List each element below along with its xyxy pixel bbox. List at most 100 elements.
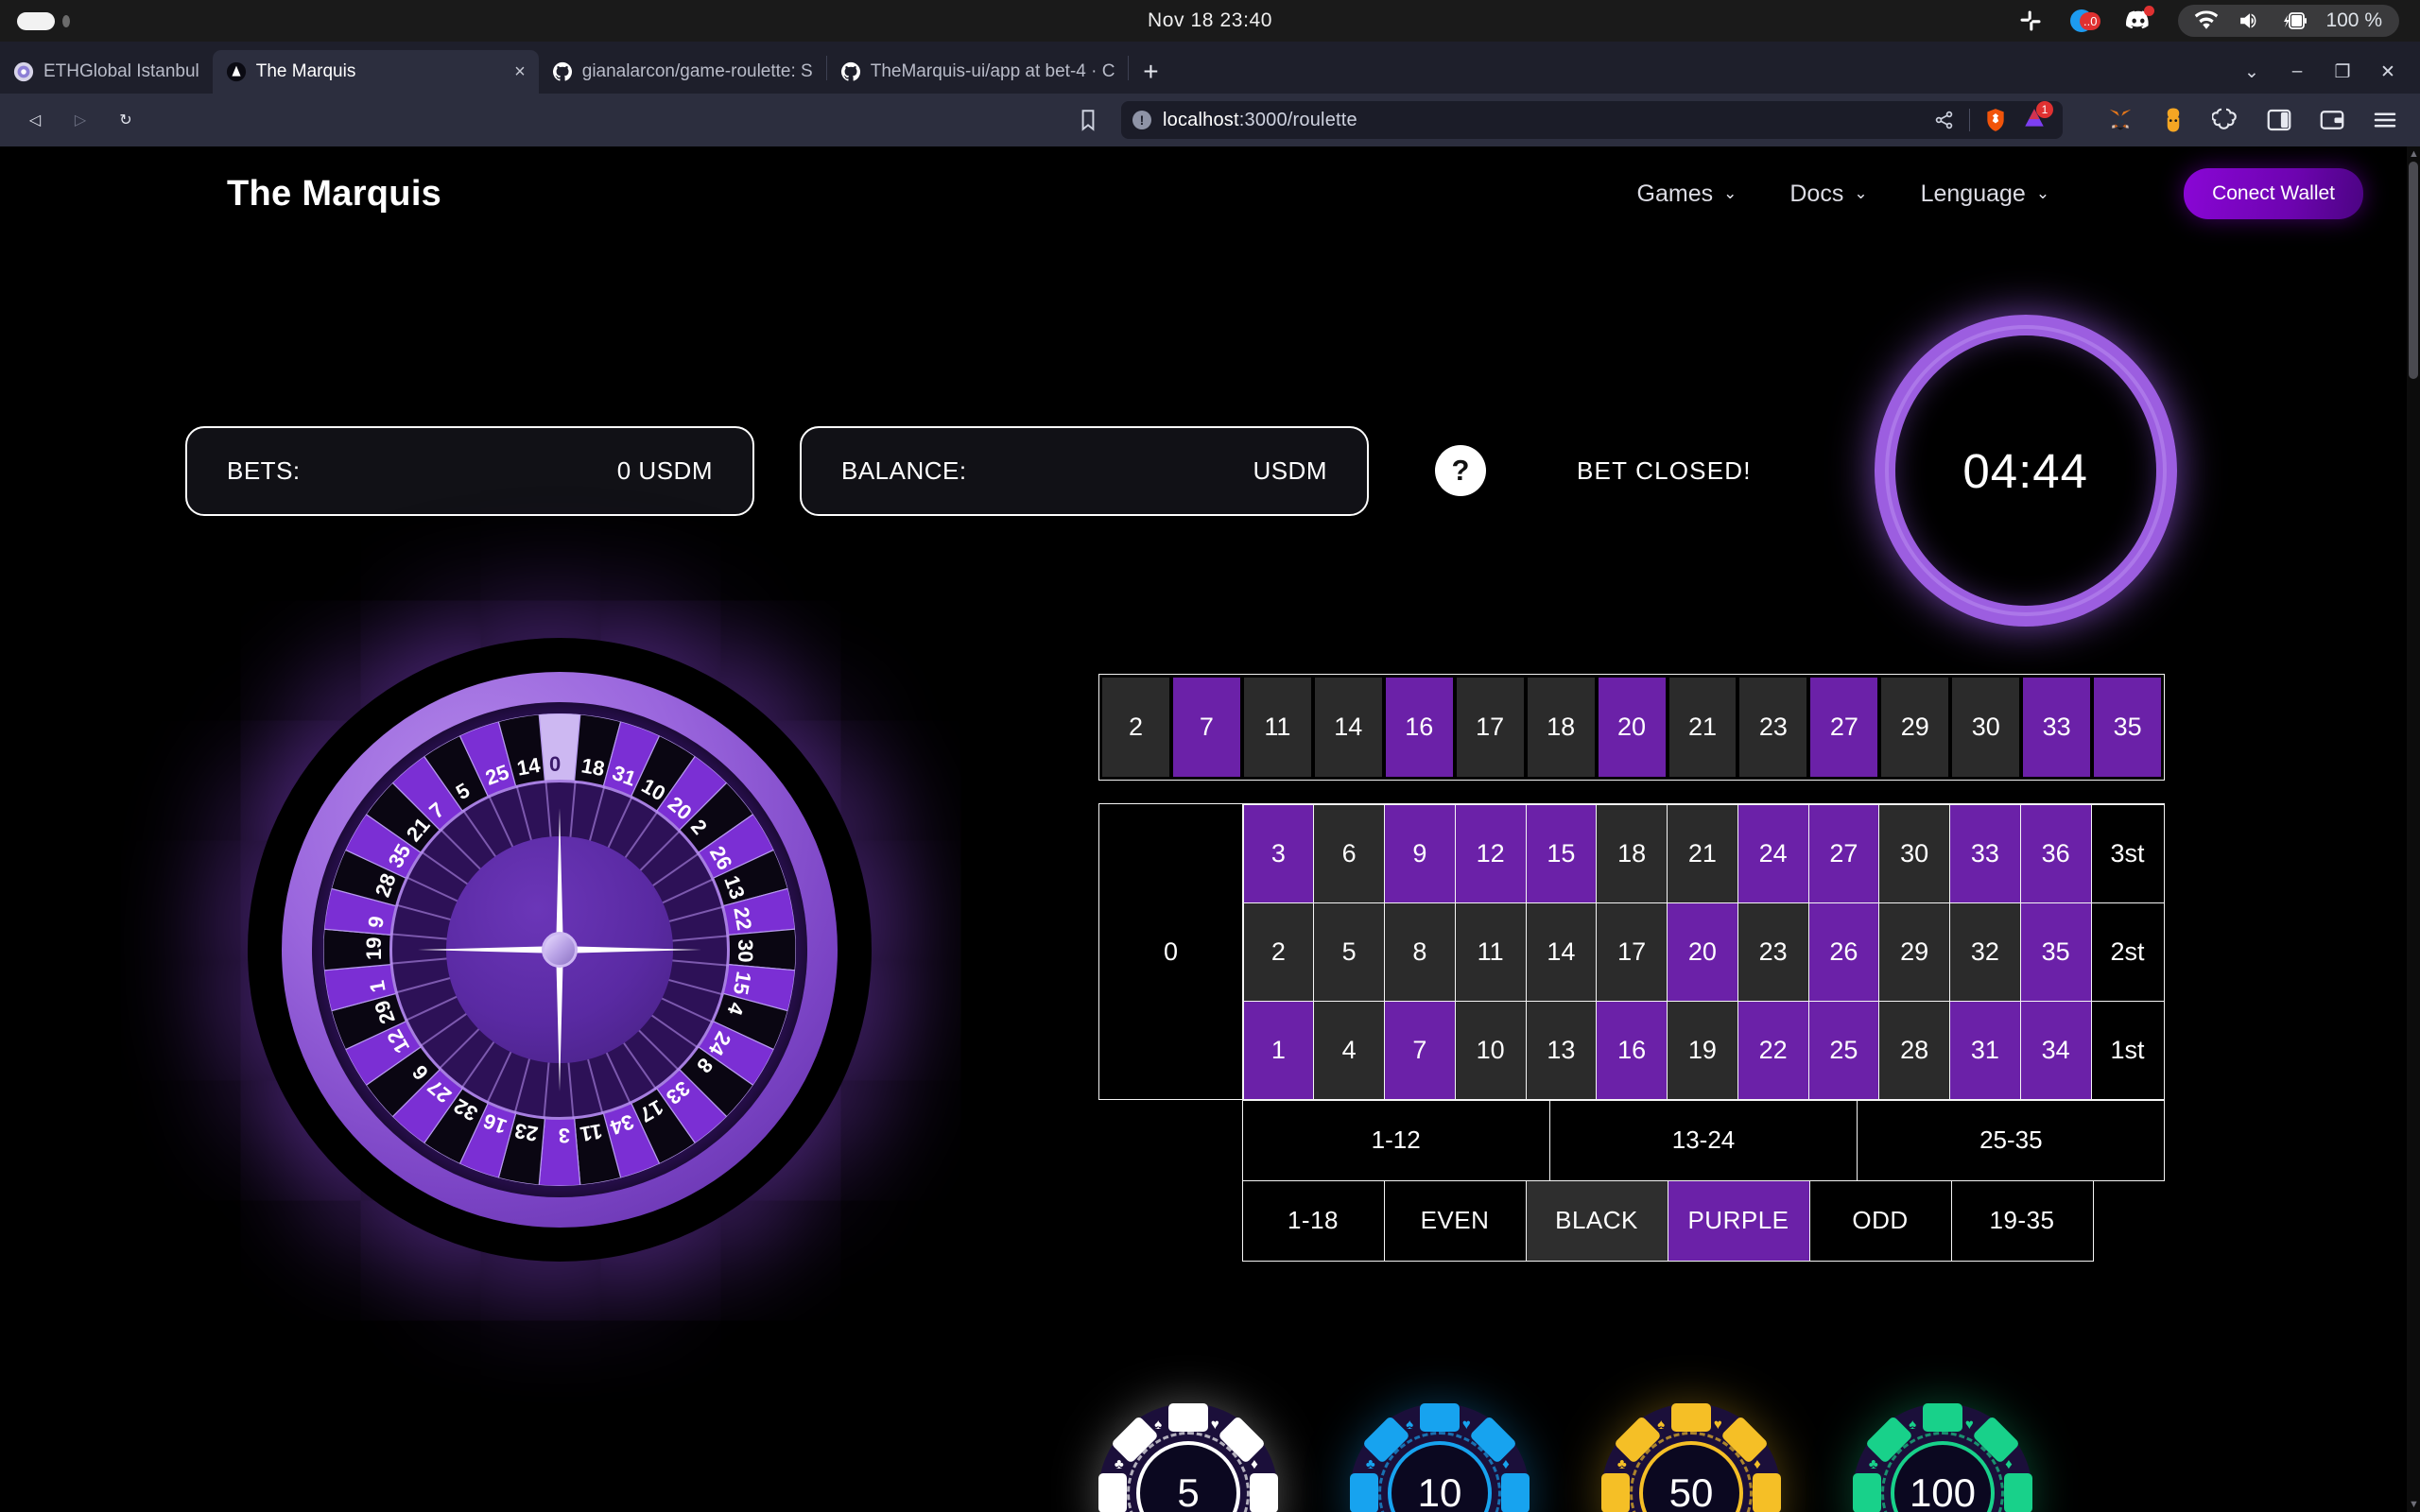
bet-cell-27[interactable]: 27 [1807,803,1880,903]
balance-box[interactable]: BALANCE: USDM [800,425,1369,516]
scrollbar-thumb[interactable] [2409,162,2418,379]
bet-cell-10[interactable]: 10 [1454,1000,1527,1100]
bet-cell-15[interactable]: 15 [1525,803,1598,903]
new-tab-button[interactable]: + [1129,50,1172,94]
bet-cell-7[interactable]: 7 [1384,1000,1456,1100]
dozen-bet-25-35[interactable]: 25-35 [1857,1099,2166,1181]
bet-cell-23[interactable]: 23 [1737,902,1809,1002]
scroll-down-icon[interactable]: ▼ [2409,1500,2419,1510]
reload-icon[interactable]: ↻ [106,100,146,140]
menu-icon[interactable] [2371,106,2399,134]
chip-5[interactable]: ♥♦♣♠♥♦♣♠5 [1098,1403,1278,1512]
extension-badge-icon[interactable]: 1 [2021,100,2053,135]
bet-cell-11[interactable]: 11 [1454,902,1527,1002]
dozen-bet-1-12[interactable]: 1-12 [1241,1099,1550,1181]
system-status-group[interactable]: 100 % [2178,5,2399,37]
bet-cell-20[interactable]: 20 [1667,902,1738,1002]
discord-icon[interactable] [2125,6,2155,34]
chip-notch [1420,1403,1460,1432]
bet-cell-28[interactable]: 28 [1878,1000,1950,1100]
bet-cell-18[interactable]: 18 [1596,803,1668,903]
column-bet-1st[interactable]: 1st [2090,1000,2165,1100]
bet-cell-34[interactable]: 34 [2019,1000,2092,1100]
chip-suit-icon: ♠ [1406,1416,1414,1433]
browser-tab-strip: ETHGlobal Istanbul The Marquis × gianala… [0,42,2420,94]
back-icon[interactable]: ◁ [15,100,55,140]
forward-icon[interactable]: ▷ [60,100,100,140]
bet-cell-5[interactable]: 5 [1313,902,1385,1002]
chip-50[interactable]: ♥♦♣♠♥♦♣♠50 [1601,1403,1781,1512]
outside-bet-1-18[interactable]: 1-18 [1241,1179,1385,1262]
bet-cell-2[interactable]: 2 [1242,902,1315,1002]
bet-cell-21[interactable]: 21 [1667,803,1738,903]
outside-bet-odd[interactable]: ODD [1808,1179,1952,1262]
bet-cell-9[interactable]: 9 [1384,803,1456,903]
page-content: The Marquis Games ⌄ Docs ⌄ Lenguage ⌄ Co… [0,146,2420,1512]
bet-cell-32[interactable]: 32 [1949,902,2021,1002]
bet-cell-19[interactable]: 19 [1667,1000,1738,1100]
column-bet-3st[interactable]: 3st [2090,803,2165,903]
help-icon[interactable]: ? [1435,445,1486,496]
url-input[interactable]: ! localhost:3000/roulette 1 [1121,100,2063,139]
chip-value: 5 [1177,1470,1200,1512]
window-controls: ⌄ – ❐ ✕ [2231,50,2420,94]
browser-tab-the-marquis[interactable]: The Marquis × [212,50,539,94]
close-icon[interactable]: × [497,61,526,83]
bet-cell-14[interactable]: 14 [1525,902,1598,1002]
nav-item-lenguage[interactable]: Lenguage ⌄ [1921,180,2049,208]
brave-shields-icon[interactable] [1983,108,2008,132]
outside-bet-purple[interactable]: PURPLE [1667,1179,1810,1262]
column-bet-2st[interactable]: 2st [2090,902,2165,1002]
connect-wallet-button[interactable]: Conect Wallet [2184,168,2363,219]
bet-cell-29[interactable]: 29 [1878,902,1950,1002]
dozen-bet-13-24[interactable]: 13-24 [1548,1099,1858,1181]
bet-cell-17[interactable]: 17 [1596,902,1668,1002]
slack-icon[interactable] [2017,8,2044,34]
bet-cell-26[interactable]: 26 [1807,902,1880,1002]
bet-cell-1[interactable]: 1 [1242,1000,1315,1100]
metamask-icon[interactable] [2106,106,2135,134]
chip-10[interactable]: ♥♦♣♠♥♦♣♠10 [1350,1403,1530,1512]
argent-icon[interactable] [2159,106,2187,134]
bet-cell-12[interactable]: 12 [1454,803,1527,903]
notification-badge-icon[interactable]: ..0 [2070,7,2101,35]
bet-cell-36[interactable]: 36 [2019,803,2092,903]
bet-cell-13[interactable]: 13 [1525,1000,1598,1100]
wallet-icon[interactable] [2318,106,2346,134]
bookmark-icon[interactable] [1076,107,1100,133]
bet-cell-4[interactable]: 4 [1313,1000,1385,1100]
close-window-button[interactable]: ✕ [2367,51,2409,93]
browser-tab-ethglobal[interactable]: ETHGlobal Istanbul [0,50,213,94]
outside-bet-19-35[interactable]: 19-35 [1950,1179,2094,1262]
bet-cell-31[interactable]: 31 [1949,1000,2021,1100]
browser-tab-game-roulette[interactable]: gianalarcon/game-roulette: S [539,50,826,94]
maximize-button[interactable]: ❐ [2322,51,2363,93]
sidebar-icon[interactable] [2265,106,2293,134]
bet-cell-24[interactable]: 24 [1737,803,1809,903]
bet-cell-8[interactable]: 8 [1384,902,1456,1002]
minimize-button[interactable]: – [2276,51,2318,93]
bet-cell-33[interactable]: 33 [1949,803,2021,903]
bet-cell-3[interactable]: 3 [1242,803,1315,903]
braavos-icon[interactable] [2212,106,2240,134]
bet-cell-0[interactable]: 0 [1099,804,1243,1099]
nav-item-docs[interactable]: Docs ⌄ [1789,180,1867,208]
bet-cell-25[interactable]: 25 [1807,1000,1880,1100]
page-scrollbar[interactable]: ▲ ▼ [2407,146,2420,1512]
bet-cell-22[interactable]: 22 [1737,1000,1809,1100]
outside-bet-even[interactable]: EVEN [1383,1179,1527,1262]
browser-tab-themarquis-ui[interactable]: TheMarquis-ui/app at bet-4 · C [827,50,1129,94]
outside-bet-black[interactable]: BLACK [1525,1179,1668,1262]
tab-list-button[interactable]: ⌄ [2231,51,2273,93]
nav-item-games[interactable]: Games ⌄ [1637,180,1737,208]
roulette-wheel[interactable]: 0 18 31 10 20 2 26 13 22 30 15 4 24 8 33 17 34 11 3 23 16 32 2… [248,638,872,1262]
scroll-up-icon[interactable]: ▲ [2409,149,2419,160]
bet-cell-6[interactable]: 6 [1313,803,1385,903]
chip-100[interactable]: ♥♦♣♠♥♦♣♠100 [1853,1403,2032,1512]
bet-cell-30[interactable]: 30 [1878,803,1950,903]
bet-cell-16[interactable]: 16 [1596,1000,1668,1100]
site-info-icon[interactable]: ! [1132,111,1151,129]
bets-box[interactable]: BETS: 0 USDM [185,425,754,516]
share-icon[interactable] [1933,109,1956,131]
bet-cell-35[interactable]: 35 [2019,902,2092,1002]
